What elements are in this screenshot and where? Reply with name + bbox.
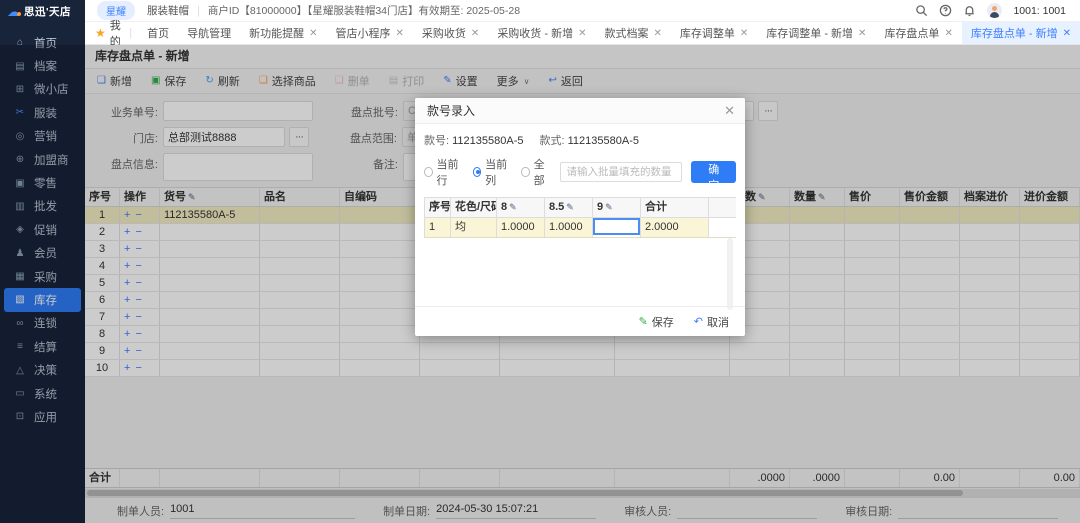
radio-dot-icon xyxy=(521,167,530,177)
tab-close-icon[interactable]: ✕ xyxy=(740,28,748,39)
style-entry-dialog: 款号录入 ✕ 款号: 112135580A-5 款式: 112135580A-5… xyxy=(415,98,745,336)
tab-label: 库存调整单 xyxy=(679,28,735,40)
save-icon: ✎ xyxy=(638,316,648,328)
tab-label: 库存盘点单 - 新增 xyxy=(970,28,1058,40)
radio-dot-icon xyxy=(472,167,482,177)
size-qty-cell: 2.0000 xyxy=(641,218,709,237)
undo-icon: ↶ xyxy=(693,316,703,328)
radio-全部[interactable]: 全部 xyxy=(521,156,551,188)
size-qty-row[interactable]: 1 均 1.0000 1.0000 2.0000 xyxy=(425,218,736,238)
tab-9[interactable]: 库存调整单 - 新增 ✕ xyxy=(757,22,875,44)
tab-8[interactable]: 库存调整单 ✕ xyxy=(671,22,757,44)
top-header: 星耀 服装鞋帽 | 商户ID【81000000】【星耀服装鞋帽34门店】有效期至… xyxy=(85,0,1080,22)
bell-icon[interactable] xyxy=(963,4,976,17)
size-column-header: 花色/尺码 xyxy=(451,198,497,217)
tab-7[interactable]: 款式档案 ✕ xyxy=(595,22,670,44)
style-value: 112135580A-5 xyxy=(567,135,639,147)
tab-label: 管店小程序 xyxy=(335,28,391,40)
search-icon[interactable] xyxy=(915,4,928,17)
favorite-star-icon[interactable]: ★ xyxy=(95,26,106,40)
help-icon[interactable] xyxy=(939,4,952,17)
edit-pencil-icon: ✎ xyxy=(509,202,517,212)
size-column-header: 9 ✎ xyxy=(593,198,641,217)
size-qty-cell xyxy=(593,218,641,237)
size-header-label: 序号 xyxy=(429,201,451,213)
confirm-button[interactable]: 确定 xyxy=(691,161,736,192)
tab-close-icon[interactable]: ✕ xyxy=(1063,28,1071,39)
tab-close-icon[interactable]: ✕ xyxy=(578,28,586,39)
tab-label: 导航管理 xyxy=(187,28,232,40)
size-header-label: 8 xyxy=(501,201,508,213)
industry-label: 服装鞋帽 xyxy=(147,5,189,17)
tab-label: 库存盘点单 xyxy=(884,28,940,40)
tab-11[interactable]: 库存盘点单 - 新增 ✕ xyxy=(961,22,1080,44)
radio-label: 当前列 xyxy=(485,159,508,187)
tab-close-icon[interactable]: ✕ xyxy=(653,28,661,39)
size-column-header: 8.5 ✎ xyxy=(545,198,593,217)
tab-bar: ★ 我的 | 首页 导航管理 新功能提醒 ✕ 管店小程序 ✕ 采购收货 ✕ 采购收货 - 新增 ✕… xyxy=(85,20,1080,48)
filler-cell xyxy=(709,218,736,237)
size-qty-table: 序号花色/尺码8✎8.5✎9✎合计 1均1.00001.00002.0000 xyxy=(424,197,736,238)
vertical-scrollbar[interactable] xyxy=(727,238,733,310)
tab-label: 款式档案 xyxy=(604,28,649,40)
tab-10[interactable]: 库存盘点单 ✕ xyxy=(875,22,961,44)
divider: | xyxy=(129,27,133,39)
tab-2[interactable]: 导航管理 xyxy=(178,22,240,44)
tab-label: 采购收货 xyxy=(421,28,466,40)
item-no-label: 款号: xyxy=(424,135,450,147)
tab-close-icon[interactable]: ✕ xyxy=(396,28,404,39)
merchant-info: 商户ID【81000000】【星耀服装鞋帽34门店】有效期至: 2025-05-… xyxy=(207,5,521,17)
edit-pencil-icon: ✎ xyxy=(566,202,574,212)
size-column-header: 合计 xyxy=(641,198,709,217)
logo-text: 思迅'天店 xyxy=(24,5,71,18)
filler-cell xyxy=(709,198,736,217)
close-icon[interactable]: ✕ xyxy=(724,103,735,119)
style-label: 款式: xyxy=(539,135,565,147)
app-logo: ☁ 思迅'天店 xyxy=(0,0,85,22)
bulk-qty-input[interactable] xyxy=(560,162,683,182)
tab-label: 新功能提醒 xyxy=(249,28,305,40)
dialog-save-button[interactable]: ✎ 保存 xyxy=(639,314,674,330)
tab-label: 库存调整单 - 新增 xyxy=(766,28,854,40)
dialog-cancel-button[interactable]: ↶ 取消 xyxy=(694,314,729,330)
tab-close-icon[interactable]: ✕ xyxy=(309,28,317,39)
radio-dot-icon xyxy=(424,167,433,177)
radio-label: 全部 xyxy=(533,159,545,187)
tab-label: 首页 xyxy=(147,28,170,40)
user-id: 1001: 1001 xyxy=(1013,4,1066,17)
size-header-label: 合计 xyxy=(645,201,667,213)
tab-6[interactable]: 采购收货 - 新增 ✕ xyxy=(488,22,595,44)
tab-close-icon[interactable]: ✕ xyxy=(858,28,866,39)
radio-label: 当前行 xyxy=(436,159,459,187)
item-no-value: 112135580A-5 xyxy=(452,135,524,147)
tab-5[interactable]: 采购收货 ✕ xyxy=(413,22,488,44)
tab-close-icon[interactable]: ✕ xyxy=(944,28,952,39)
size-column-header: 8 ✎ xyxy=(497,198,545,217)
dialog-title: 款号录入 xyxy=(427,104,476,118)
tab-4[interactable]: 管店小程序 ✕ xyxy=(327,22,413,44)
qty-cell-input[interactable] xyxy=(593,218,640,235)
tab-1[interactable]: 首页 xyxy=(138,22,178,44)
tab-label: 采购收货 - 新增 xyxy=(497,28,574,40)
size-qty-cell: 1 xyxy=(425,218,451,237)
tab-close-icon[interactable]: ✕ xyxy=(471,28,479,39)
cloud-logo-icon: ☁ xyxy=(7,3,21,19)
size-qty-cell: 1.0000 xyxy=(497,218,545,237)
size-header-label: 花色/尺码 xyxy=(455,201,496,213)
size-qty-cell: 1.0000 xyxy=(545,218,593,237)
divider: | xyxy=(197,4,200,17)
user-avatar[interactable] xyxy=(987,3,1003,18)
size-column-header: 序号 xyxy=(425,198,451,217)
size-header-label: 8.5 xyxy=(549,201,565,213)
radio-当前列[interactable]: 当前列 xyxy=(472,156,513,188)
radio-当前行[interactable]: 当前行 xyxy=(424,156,464,188)
tab-3[interactable]: 新功能提醒 ✕ xyxy=(240,22,326,44)
size-header-label: 9 xyxy=(597,201,604,213)
app-window: ☁ 思迅'天店 星耀 服装鞋帽 | 商户ID【81000000】【星耀服装鞋帽3… xyxy=(0,0,1080,523)
size-qty-cell: 均 xyxy=(451,218,497,237)
edit-pencil-icon: ✎ xyxy=(605,202,613,212)
